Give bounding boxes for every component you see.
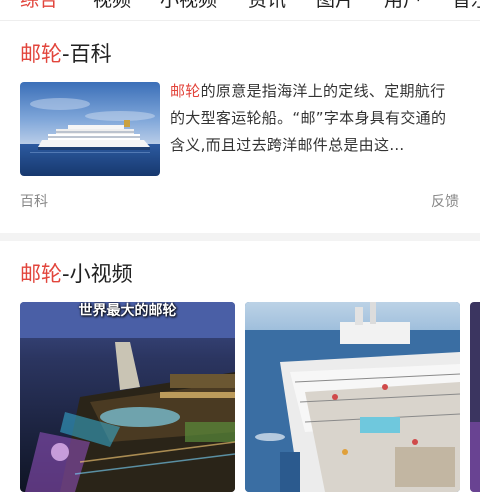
cruise-ship-image: [20, 82, 160, 176]
tab-music[interactable]: 音乐: [452, 0, 480, 14]
tab-short-video[interactable]: 小视频: [160, 0, 217, 14]
tab-all[interactable]: 综合: [20, 0, 58, 14]
partial-video-image: [470, 302, 480, 492]
tab-images[interactable]: 图片: [316, 0, 354, 14]
video-thumbnail-1[interactable]: 世界最大的邮轮: [20, 302, 235, 492]
title-suffix: -小视频: [62, 262, 133, 286]
video-overlay-title: 世界最大的邮轮: [78, 303, 177, 319]
cruise-aerial-image: [245, 302, 460, 492]
feedback-button[interactable]: 反馈: [431, 191, 459, 211]
title-suffix: -百科: [62, 42, 112, 66]
baike-card-title[interactable]: 邮轮-百科: [20, 41, 112, 67]
video-card-title[interactable]: 邮轮-小视频: [20, 261, 133, 287]
search-tab-bar: 综合 视频 小视频 资讯 图片 用户 音乐: [0, 0, 480, 21]
baike-description[interactable]: 邮轮的原意是指海洋上的定线、定期航行的大型客运轮船。“邮”字本身具有交通的含义,…: [170, 78, 460, 159]
section-divider: [0, 233, 480, 241]
cruise-ship-thumbnail[interactable]: [20, 82, 160, 176]
short-video-card: 邮轮-小视频 世界最大的邮轮: [0, 241, 480, 492]
tab-video[interactable]: 视频: [93, 0, 131, 14]
video-thumbnail-2[interactable]: [245, 302, 460, 492]
title-keyword: 邮轮: [20, 262, 62, 286]
title-keyword: 邮轮: [20, 42, 62, 66]
tab-news[interactable]: 资讯: [248, 0, 286, 14]
desc-text: 的原意是指海洋上的定线、定期航行的大型客运轮船。“邮”字本身具有交通的含义,而且…: [170, 82, 447, 154]
baike-result-card[interactable]: 邮轮-百科 邮轮的原意是指海洋上的定线、定期航行的大型客运轮船。“邮”字本身具有…: [0, 21, 480, 233]
source-label: 百科: [20, 194, 48, 210]
video-thumbnail-3[interactable]: [470, 302, 480, 492]
night-cruise-image: [20, 302, 235, 492]
desc-keyword: 邮轮: [170, 82, 201, 100]
tab-users[interactable]: 用户: [384, 0, 422, 14]
